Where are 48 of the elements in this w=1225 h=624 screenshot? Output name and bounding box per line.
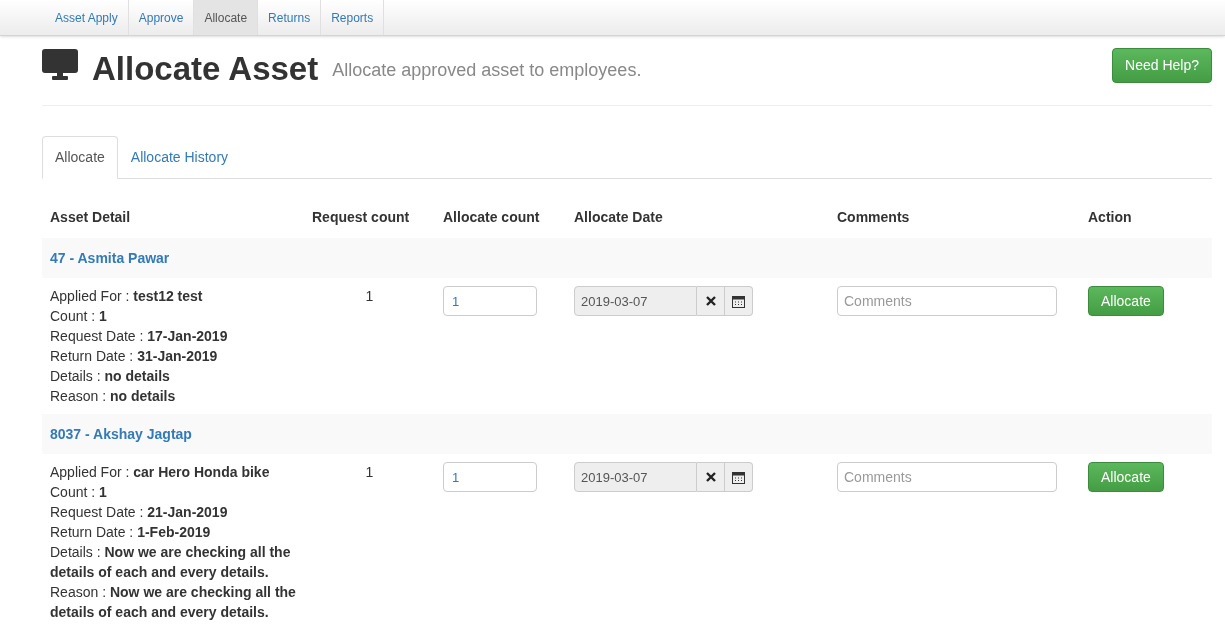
column-header: Asset Detail bbox=[50, 209, 131, 225]
date-field[interactable]: 2019-03-07 bbox=[574, 462, 697, 492]
page-subtitle: Allocate approved asset to employees. bbox=[332, 59, 642, 82]
allocate-count-field[interactable]: 1 bbox=[443, 462, 537, 492]
nav-link[interactable]: Asset Apply bbox=[45, 0, 129, 35]
comments-field[interactable]: Comments bbox=[837, 286, 1057, 316]
detail-line: Request Date : 21-Jan-2019 bbox=[50, 503, 229, 522]
nav-link[interactable]: Allocate bbox=[194, 0, 259, 35]
allocate-button[interactable]: Allocate bbox=[1088, 462, 1164, 492]
detail-line: Reason : Now we are checking all the details of each and every details. bbox=[50, 583, 296, 622]
clear-date-button[interactable] bbox=[697, 462, 725, 492]
request-count: 1 bbox=[365, 464, 374, 480]
detail-line: Count : 1 bbox=[50, 483, 108, 502]
allocate-button[interactable]: Allocate bbox=[1088, 286, 1164, 316]
detail-line: Reason : no details bbox=[50, 387, 177, 406]
employee-link[interactable]: 47 - Asmita Pawar bbox=[50, 247, 170, 269]
close-icon bbox=[705, 296, 716, 306]
date-field[interactable]: 2019-03-07 bbox=[574, 286, 697, 316]
calendar-button[interactable] bbox=[725, 462, 753, 492]
detail-line: Request Date : 17-Jan-2019 bbox=[50, 327, 229, 346]
nav-link[interactable]: Reports bbox=[321, 0, 385, 35]
calendar-icon bbox=[732, 294, 745, 308]
close-icon bbox=[705, 472, 716, 482]
clear-date-button[interactable] bbox=[697, 286, 725, 316]
monitor-icon bbox=[42, 49, 78, 81]
calendar-button[interactable] bbox=[725, 286, 753, 316]
tab[interactable]: Allocate History bbox=[117, 136, 242, 179]
request-count: 1 bbox=[365, 288, 374, 304]
calendar-icon bbox=[732, 470, 745, 484]
allocate-count-field[interactable]: 1 bbox=[443, 286, 537, 316]
detail-line: Return Date : 31-Jan-2019 bbox=[50, 347, 219, 366]
column-header: Allocate Date bbox=[574, 209, 663, 225]
help-button[interactable]: Need Help? bbox=[1112, 48, 1212, 83]
detail-line: Count : 1 bbox=[50, 307, 108, 326]
detail-line: Details : no details bbox=[50, 367, 171, 386]
comments-field[interactable]: Comments bbox=[837, 462, 1057, 492]
nav-link[interactable]: Returns bbox=[258, 0, 322, 35]
detail-line: Applied For : test12 test bbox=[50, 287, 204, 306]
column-header: Request count bbox=[312, 209, 410, 225]
tab[interactable]: Allocate bbox=[42, 136, 118, 179]
detail-line: Applied For : car Hero Honda bike bbox=[50, 463, 271, 482]
column-header: Allocate count bbox=[443, 209, 540, 225]
column-header: Comments bbox=[837, 209, 910, 225]
column-header: Action bbox=[1088, 209, 1132, 225]
detail-line: Return Date : 1-Feb-2019 bbox=[50, 523, 212, 542]
page-title: Allocate Asset bbox=[92, 52, 319, 85]
detail-line: Details : Now we are checking all the details of each and every details. bbox=[50, 543, 292, 582]
employee-link[interactable]: 8037 - Akshay Jagtap bbox=[50, 423, 192, 445]
